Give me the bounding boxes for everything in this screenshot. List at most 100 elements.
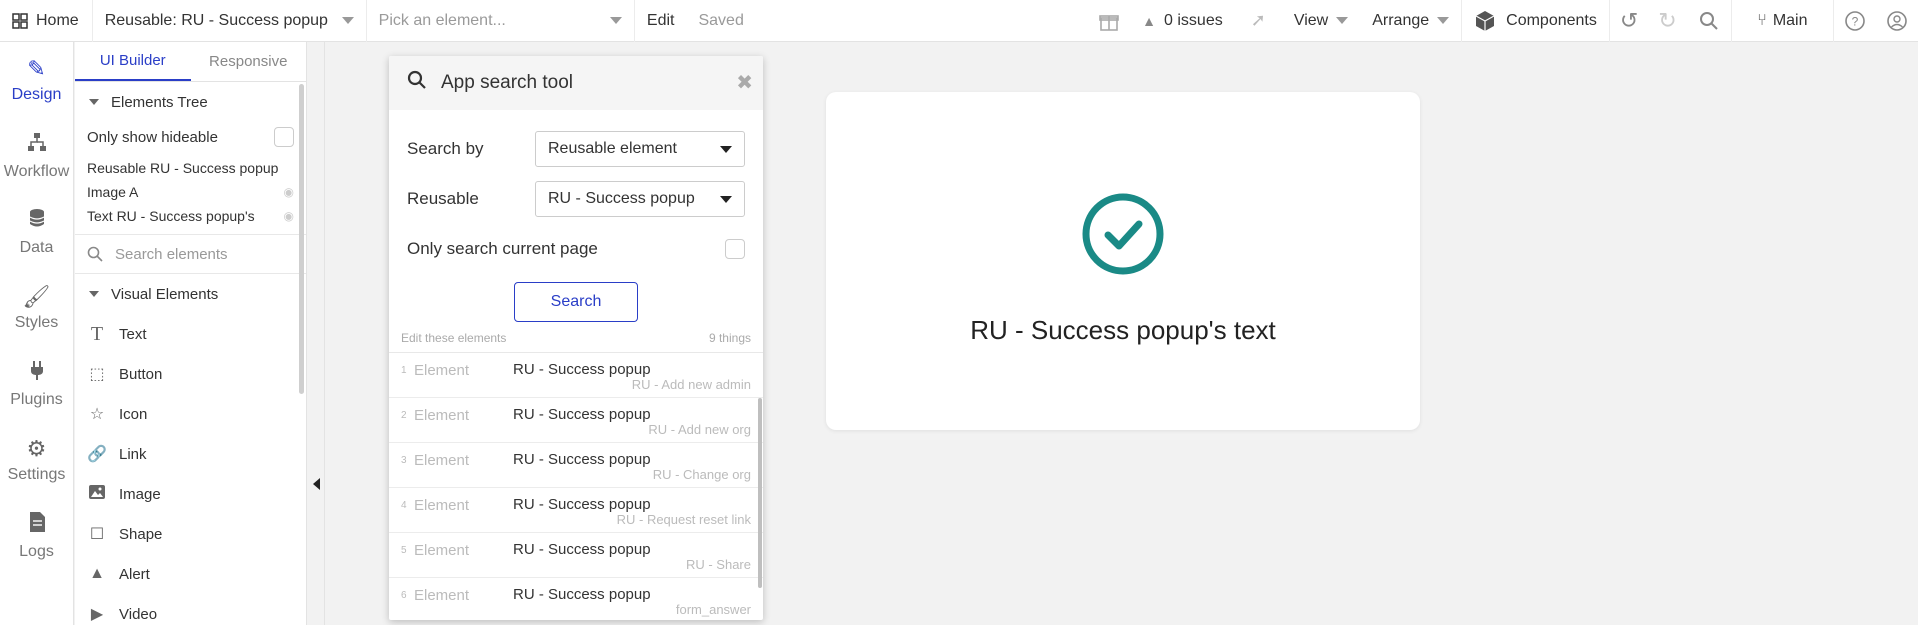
success-popup-preview[interactable]: RU - Success popup's text: [826, 92, 1420, 430]
visual-element-text[interactable]: T Text: [75, 314, 306, 354]
redo-button[interactable]: ↻: [1648, 0, 1686, 42]
chevron-down-icon: [341, 17, 354, 24]
nav-label: Workflow: [3, 163, 70, 180]
canvas-divider: [324, 42, 325, 625]
collapse-panel-icon[interactable]: [313, 478, 320, 490]
chevron-down-icon: [609, 17, 622, 24]
eye-icon[interactable]: ◉: [284, 209, 294, 223]
nav-data[interactable]: Data: [0, 194, 73, 270]
list-item[interactable]: 6 Element RU - Success popup form_answer: [389, 578, 763, 620]
visual-element-button[interactable]: ⬚ Button: [75, 354, 306, 394]
undo-button[interactable]: ↺: [1610, 0, 1648, 42]
gift-button[interactable]: [1088, 0, 1130, 42]
elements-tree-header[interactable]: Elements Tree: [75, 82, 306, 122]
only-show-hideable-checkbox[interactable]: [274, 127, 294, 147]
tab-ui-builder[interactable]: UI Builder: [75, 42, 191, 81]
visual-elements-header[interactable]: Visual Elements: [75, 274, 306, 314]
arrange-label: Arrange: [1372, 11, 1430, 29]
brush-icon: 🖌: [22, 284, 51, 309]
visual-element-label: Shape: [119, 525, 163, 543]
search-icon: [87, 246, 103, 262]
list-item[interactable]: 5 Element RU - Success popup RU - Share: [389, 533, 763, 578]
result-type: Element: [414, 362, 470, 379]
result-type: Element: [414, 407, 470, 424]
nav-design[interactable]: ✎ Design: [0, 42, 73, 118]
components-button[interactable]: Components: [1462, 0, 1610, 42]
text-icon: T: [90, 322, 104, 345]
nav-plugins[interactable]: Plugins: [0, 346, 73, 422]
result-type: Element: [414, 542, 470, 559]
only-current-page-label: Only search current page: [407, 239, 598, 258]
cube-icon: [1474, 10, 1496, 32]
gift-icon: [1098, 10, 1120, 32]
result-number: 1: [401, 365, 407, 376]
result-type: Element: [414, 587, 470, 604]
visual-element-label: Text: [119, 325, 147, 343]
search-button[interactable]: Search: [514, 282, 638, 322]
tree-item-label: Image A: [87, 184, 139, 200]
list-item[interactable]: 3 Element RU - Success popup RU - Change…: [389, 443, 763, 488]
check-circle-icon: [1081, 192, 1165, 281]
tree-item[interactable]: Text RU - Success popup's ◉: [75, 204, 306, 228]
panel-scrollbar[interactable]: [299, 84, 304, 394]
inspect-button[interactable]: ➚: [1235, 0, 1282, 42]
reusable-label: Reusable: [407, 189, 479, 208]
tree-item[interactable]: Image A ◉: [75, 180, 306, 204]
nav-settings[interactable]: ⚙ Settings: [0, 422, 73, 498]
visual-element-image[interactable]: Image: [75, 474, 306, 514]
search-elements-field[interactable]: Search elements: [75, 234, 306, 274]
visual-element-video[interactable]: ▶ Video: [75, 594, 306, 625]
tab-responsive[interactable]: Responsive: [191, 42, 307, 81]
branch-label: Main: [1772, 11, 1808, 29]
issues-button[interactable]: ▲ 0 issues: [1130, 0, 1235, 42]
search-button[interactable]: [1687, 0, 1732, 42]
home-button[interactable]: Home: [0, 0, 93, 42]
help-button[interactable]: ?: [1834, 0, 1876, 42]
visual-element-label: Alert: [119, 565, 150, 583]
chevron-down-icon: [720, 195, 732, 203]
result-name: RU - Success popup: [513, 586, 651, 603]
reusable-select[interactable]: RU - Success popup: [535, 181, 745, 217]
popup-text: RU - Success popup's text: [970, 315, 1276, 345]
page-select[interactable]: Reusable: RU - Success popup: [93, 0, 367, 42]
visual-element-alert[interactable]: ▲ Alert: [75, 554, 306, 594]
nav-styles[interactable]: 🖌 Styles: [0, 270, 73, 346]
list-item[interactable]: 1 Element RU - Success popup RU - Add ne…: [389, 353, 763, 398]
only-current-page-row: Only search current page: [389, 224, 763, 274]
result-number: 4: [401, 500, 407, 511]
list-item[interactable]: 4 Element RU - Success popup RU - Reques…: [389, 488, 763, 533]
result-type: Element: [414, 452, 470, 469]
branch-icon: ⑂: [1757, 11, 1767, 29]
visual-element-link[interactable]: 🔗 Link: [75, 434, 306, 474]
elements-panel: UI Builder Responsive Elements Tree Only…: [75, 42, 307, 625]
visual-element-label: Video: [119, 605, 158, 623]
issues-label: 0 issues: [1164, 11, 1223, 29]
search-by-select[interactable]: Reusable element: [535, 131, 745, 167]
undo-icon: ↺: [1619, 7, 1639, 33]
user-button[interactable]: [1876, 0, 1918, 42]
visual-element-shape[interactable]: ☐ Shape: [75, 514, 306, 554]
edit-button[interactable]: Edit: [635, 0, 687, 42]
close-icon[interactable]: ✖: [736, 70, 753, 95]
nav-logs[interactable]: Logs: [0, 498, 73, 574]
element-picker[interactable]: Pick an element...: [367, 0, 635, 42]
visual-element-icon[interactable]: ☆ Icon: [75, 394, 306, 434]
branch-button[interactable]: ⑂ Main: [1732, 0, 1834, 42]
result-location: RU - Add new admin: [631, 377, 751, 392]
eye-icon[interactable]: ◉: [284, 185, 294, 199]
result-location: RU - Add new org: [648, 422, 751, 437]
view-menu[interactable]: View: [1282, 0, 1360, 42]
button-icon: ⬚: [89, 366, 105, 383]
arrange-menu[interactable]: Arrange: [1360, 0, 1463, 42]
saved-status: Saved: [686, 0, 1088, 42]
nav-workflow[interactable]: Workflow: [0, 118, 73, 194]
shape-icon: ☐: [89, 526, 105, 543]
list-item[interactable]: 2 Element RU - Success popup RU - Add ne…: [389, 398, 763, 443]
tree-item[interactable]: Reusable RU - Success popup: [75, 156, 306, 180]
only-current-page-checkbox[interactable]: [725, 239, 745, 259]
image-icon: [87, 484, 107, 504]
search-icon: [1699, 11, 1719, 31]
result-name: RU - Success popup: [513, 496, 651, 513]
results-scrollbar[interactable]: [758, 398, 762, 588]
star-icon: ☆: [89, 406, 105, 423]
